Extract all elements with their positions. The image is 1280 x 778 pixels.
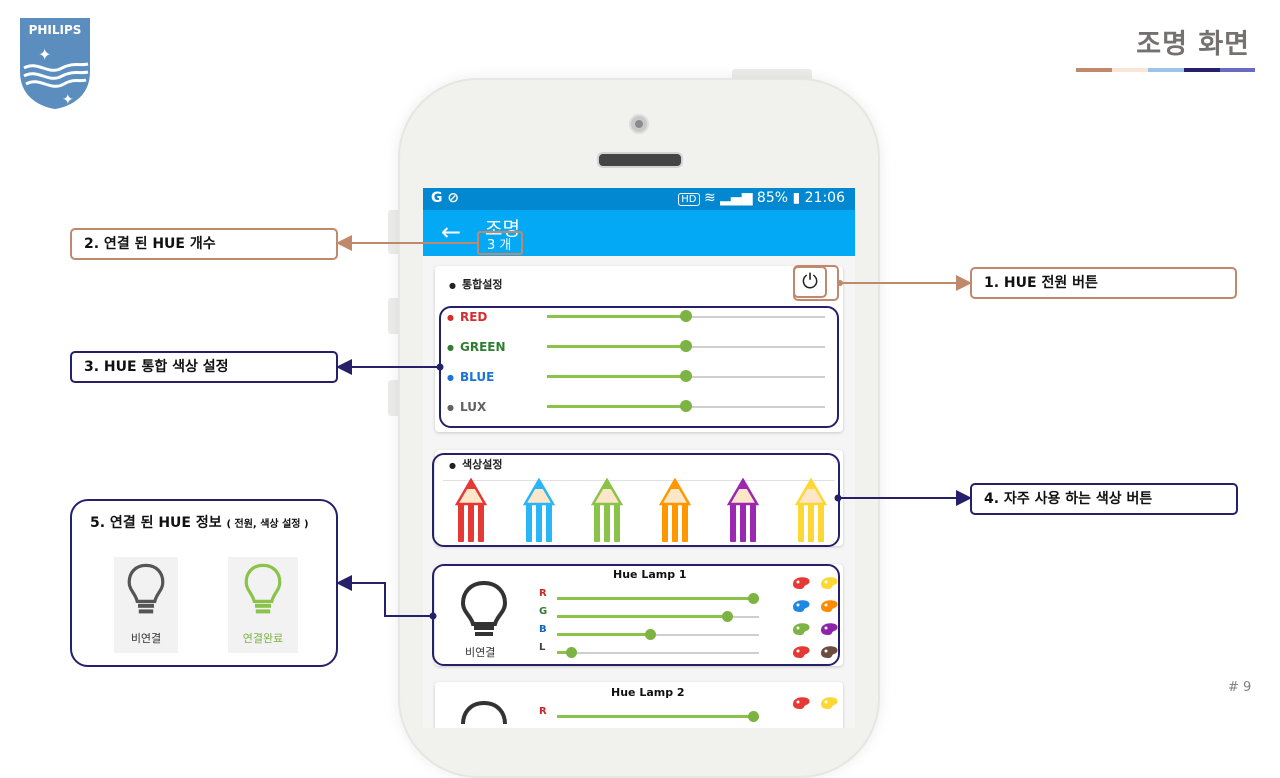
page-number: # 9 <box>1228 680 1252 695</box>
callout-1-power: 1. HUE 전원 버튼 <box>970 267 1237 299</box>
lamp-on-label: 연결완료 <box>242 632 284 645</box>
bulb-off-icon <box>127 563 165 614</box>
callout-5-sub-text: ( 전원, 색상 설정 ) <box>226 519 309 530</box>
lamp-on-panel: 연결완료 <box>228 557 298 653</box>
lamp-off-panel: 비연결 <box>114 557 178 653</box>
bulb-on-icon <box>244 563 282 614</box>
callout-5-title: 5. 연결 된 HUE 정보 ( 전원, 색상 설정 ) <box>90 515 326 533</box>
callout-3-master-color: 3. HUE 통합 색상 설정 <box>70 351 338 383</box>
lamp-off-label: 비연결 <box>130 632 162 645</box>
callout-5-lamp-info: 5. 연결 된 HUE 정보 ( 전원, 색상 설정 ) 비연결 연결완료 <box>70 499 338 667</box>
callout-4-color-buttons: 4. 자주 사용 하는 색상 버튼 <box>970 483 1238 515</box>
callout-2-count: 2. 연결 된 HUE 개수 <box>70 228 338 260</box>
callout-5-main-text: 5. 연결 된 HUE 정보 <box>90 515 222 531</box>
